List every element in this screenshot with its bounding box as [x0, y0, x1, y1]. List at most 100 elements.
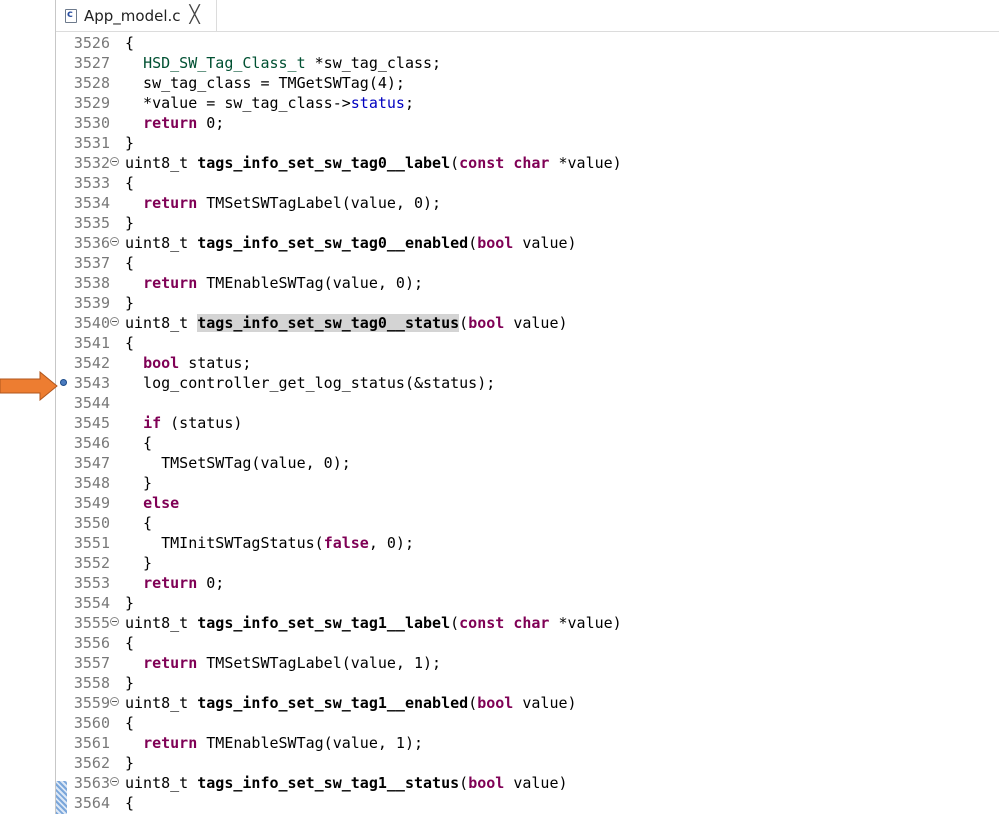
code-text: { — [125, 34, 135, 52]
code-line[interactable]: 3563 uint8_t tags_info_set_sw_tag1__statu… — [56, 773, 999, 793]
code-text: return TMEnableSWTag(value, 1); — [143, 734, 424, 752]
line-number: 3538 — [73, 274, 110, 292]
code-text: uint8_t tags_info_set_sw_tag1__status(bo… — [125, 774, 568, 792]
code-line[interactable]: 3540 uint8_t tags_info_set_sw_tag0__statu… — [56, 313, 999, 333]
code-text: } — [125, 754, 135, 772]
code-text: return 0; — [143, 574, 225, 592]
code-line[interactable]: 3528 sw_tag_class = TMGetSWTag(4); — [56, 73, 999, 93]
code-text: TMSetSWTag(value, 0); — [125, 454, 351, 472]
c-source-file-icon: c — [65, 8, 77, 23]
arrow-pointer-icon — [0, 371, 58, 401]
code-line[interactable]: 3538 return TMEnableSWTag(value, 0); — [56, 273, 999, 293]
code-text: } — [125, 294, 135, 312]
code-line[interactable]: 3542 bool status; — [56, 353, 999, 373]
code-text: } — [125, 474, 153, 492]
breakpoint-icon[interactable] — [60, 379, 67, 386]
code-line[interactable]: 3550 { — [56, 513, 999, 533]
code-text: { — [125, 254, 135, 272]
code-text: return TMEnableSWTag(value, 0); — [143, 274, 424, 292]
code-line[interactable]: 3553 return 0; — [56, 573, 999, 593]
code-text: { — [125, 434, 153, 452]
fold-toggle-icon[interactable] — [110, 317, 119, 326]
line-number: 3528 — [73, 74, 110, 92]
code-line[interactable]: 3544 — [56, 393, 999, 413]
line-number: 3558 — [73, 674, 110, 692]
code-line[interactable]: 3545 if (status) — [56, 413, 999, 433]
code-line[interactable]: 3548 } — [56, 473, 999, 493]
code-line[interactable]: 3562} — [56, 753, 999, 773]
line-number: 3556 — [73, 634, 110, 652]
code-text: return TMSetSWTagLabel(value, 1); — [143, 654, 442, 672]
code-line[interactable]: 3526 { — [56, 33, 999, 53]
code-text: { — [125, 714, 135, 732]
line-number: 3531 — [73, 134, 110, 152]
fold-toggle-icon[interactable] — [110, 157, 119, 166]
code-line[interactable]: 3533 { — [56, 173, 999, 193]
code-line[interactable]: 3543 log_controller_get_log_status(&stat… — [56, 373, 999, 393]
line-number: 3532 — [73, 154, 110, 172]
line-number: 3550 — [73, 514, 110, 532]
line-number: 3546 — [73, 434, 110, 452]
code-line[interactable]: 3532 uint8_t tags_info_set_sw_tag0__label… — [56, 153, 999, 173]
fold-toggle-icon[interactable] — [110, 697, 119, 706]
code-line[interactable]: 3535} — [56, 213, 999, 233]
code-text: { — [125, 794, 135, 812]
line-number: 3527 — [73, 54, 110, 72]
code-line[interactable]: 3558} — [56, 673, 999, 693]
code-line[interactable]: 3527 HSD_SW_Tag_Class_t *sw_tag_class; — [56, 53, 999, 73]
code-editor[interactable]: 3526 {3527 HSD_SW_Tag_Class_t *sw_tag_cla… — [56, 32, 999, 814]
close-icon[interactable]: ╳ — [190, 7, 200, 24]
code-line[interactable]: 3552 } — [56, 553, 999, 573]
line-number: 3540 — [73, 314, 110, 332]
code-line[interactable]: 3549 else — [56, 493, 999, 513]
line-number: 3536 — [73, 234, 110, 252]
line-number: 3535 — [73, 214, 110, 232]
code-line[interactable]: 3557 return TMSetSWTagLabel(value, 1); — [56, 653, 999, 673]
code-line[interactable]: 3541 { — [56, 333, 999, 353]
code-text: *value = sw_tag_class->status; — [125, 94, 414, 112]
line-number: 3539 — [73, 294, 110, 312]
line-number: 3561 — [73, 734, 110, 752]
code-text: { — [125, 334, 135, 352]
code-text: else — [143, 494, 180, 512]
line-number: 3537 — [73, 254, 110, 272]
line-number: 3533 — [73, 174, 110, 192]
code-text: { — [125, 174, 135, 192]
overview-ruler-marker[interactable] — [56, 781, 67, 814]
code-line[interactable]: 3531} — [56, 133, 999, 153]
editor-tab-strip: c App_model.c ╳ — [56, 0, 999, 32]
code-line[interactable]: 3537 { — [56, 253, 999, 273]
code-line[interactable]: 3534 return TMSetSWTagLabel(value, 0); — [56, 193, 999, 213]
line-number: 3542 — [73, 354, 110, 372]
code-line[interactable]: 3530 return 0; — [56, 113, 999, 133]
fold-toggle-icon[interactable] — [110, 617, 119, 626]
line-number: 3541 — [73, 334, 110, 352]
code-line[interactable]: 3536 uint8_t tags_info_set_sw_tag0__enabl… — [56, 233, 999, 253]
code-text: } — [125, 674, 135, 692]
code-line[interactable]: 3547 TMSetSWTag(value, 0); — [56, 453, 999, 473]
code-line[interactable]: 3529 *value = sw_tag_class->status; — [56, 93, 999, 113]
code-line[interactable]: 3555 uint8_t tags_info_set_sw_tag1__label… — [56, 613, 999, 633]
fold-toggle-icon[interactable] — [110, 237, 119, 246]
code-line[interactable]: 3564{ — [56, 793, 999, 813]
code-text: log_controller_get_log_status(&status); — [125, 374, 496, 392]
code-text: TMInitSWTagStatus(false, 0); — [125, 534, 414, 552]
line-number: 3553 — [73, 574, 110, 592]
code-text: return 0; — [143, 114, 225, 132]
code-line[interactable]: 3546 { — [56, 433, 999, 453]
code-line[interactable]: 3554} — [56, 593, 999, 613]
code-line[interactable]: 3559 uint8_t tags_info_set_sw_tag1__enabl… — [56, 693, 999, 713]
code-line[interactable]: 3556 { — [56, 633, 999, 653]
line-number: 3544 — [73, 394, 110, 412]
code-text: if (status) — [143, 414, 243, 432]
code-line[interactable]: 3551 TMInitSWTagStatus(false, 0); — [56, 533, 999, 553]
code-line[interactable]: 3561 return TMEnableSWTag(value, 1); — [56, 733, 999, 753]
line-number: 3547 — [73, 454, 110, 472]
line-number: 3529 — [73, 94, 110, 112]
code-text: HSD_SW_Tag_Class_t *sw_tag_class; — [143, 54, 442, 72]
code-line[interactable]: 3539} — [56, 293, 999, 313]
line-number: 3560 — [73, 714, 110, 732]
fold-toggle-icon[interactable] — [110, 777, 119, 786]
code-line[interactable]: 3560 { — [56, 713, 999, 733]
editor-tab-app-model[interactable]: c App_model.c ╳ — [56, 0, 217, 31]
